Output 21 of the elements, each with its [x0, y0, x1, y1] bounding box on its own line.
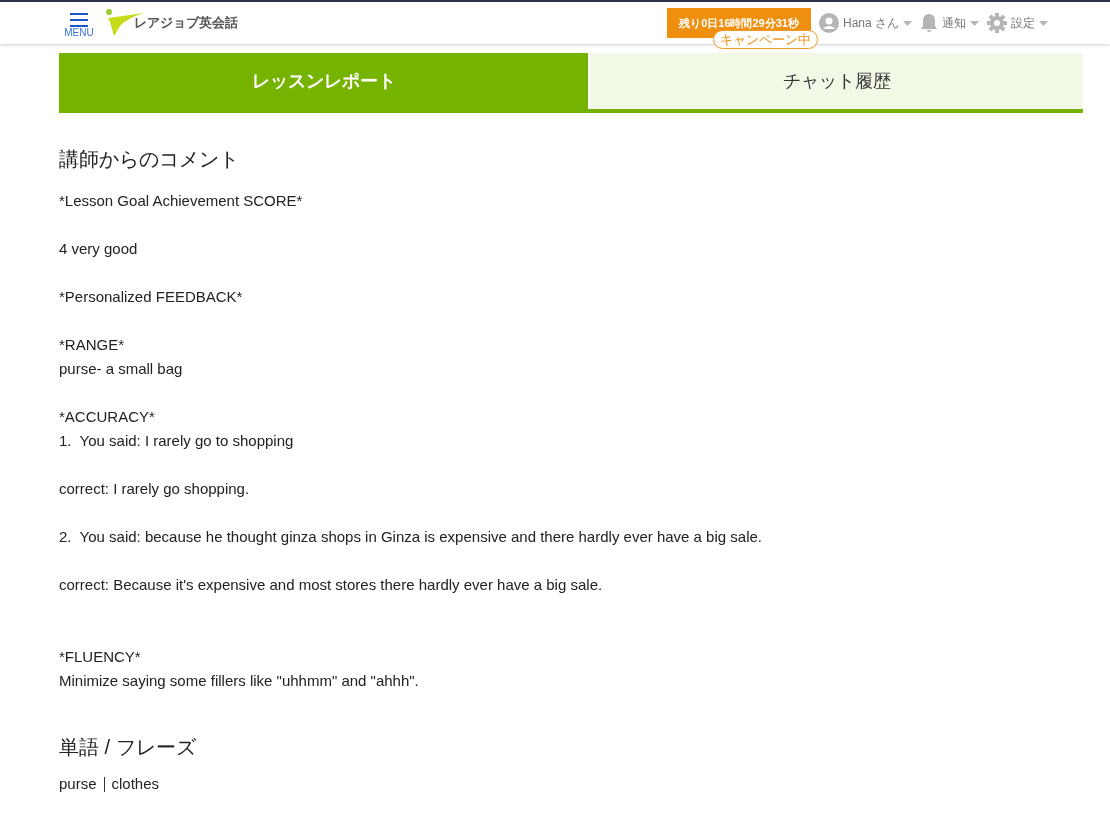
teacher-comment: *Lesson Goal Achievement SCORE* 4 very good *Personalized FEEDBACK* *RANGE* purse- a small bag *ACCURACY* 1. You said: I rarely go to shopping correct: I rarely go shopping. 2. You said: because he thought ginza shops in Ginza is expensive and there hardly ever have a big sale. correct: Because it's expensive and most stores there hardly ever have a big sale. *FLUENCY* Minimize saying some fillers like "uhhmm" and "ahhh". — [59, 191, 763, 691]
settings-icon — [987, 13, 1007, 33]
bell-icon — [920, 13, 938, 33]
menu-button[interactable]: MENU — [62, 8, 96, 38]
logo[interactable]: レアジョブ英会話 — [104, 8, 238, 38]
user-icon — [818, 13, 839, 33]
caret-icon — [903, 20, 912, 26]
vocabulary-word: clothes — [111, 774, 160, 794]
caret-icon — [970, 20, 979, 26]
section-heading: 講師からのコメント — [59, 147, 240, 171]
tab[interactable]: チャット履歴 — [590, 53, 1083, 109]
menu-icon — [69, 12, 89, 28]
vocabulary-word: purse — [59, 774, 97, 794]
notifications-menu[interactable]: 通知 — [920, 13, 979, 33]
user-menu[interactable]: Hana さん — [818, 13, 912, 33]
settings-menu[interactable]: 設定 — [987, 13, 1048, 33]
campaign-badge: キャンペーン中 — [713, 30, 819, 49]
tab[interactable]: レッスンレポート — [59, 53, 588, 109]
logo-icon — [104, 8, 146, 38]
caret-icon — [1039, 20, 1048, 26]
section-heading: 単語 / フレーズ — [59, 735, 197, 759]
